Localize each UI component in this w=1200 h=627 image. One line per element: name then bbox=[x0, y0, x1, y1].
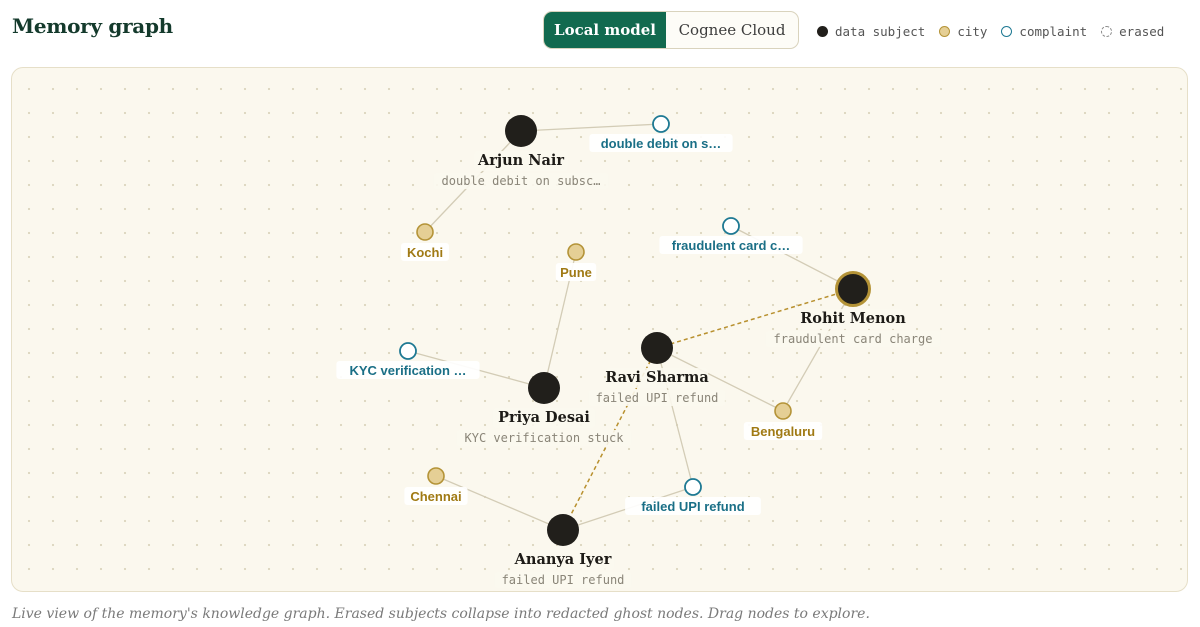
graph-node-bengaluru[interactable]: Bengaluru bbox=[743, 402, 823, 440]
node-label: KYC verification … bbox=[349, 363, 466, 378]
graph-node-c_upi[interactable]: failed UPI refund bbox=[625, 478, 761, 515]
graph-node-arjun[interactable]: Arjun Nair double debit on subsc… bbox=[433, 115, 609, 189]
node-label: Priya Desai bbox=[498, 409, 590, 426]
graph-node-ravi[interactable]: Ravi Sharma failed UPI refund bbox=[588, 332, 726, 406]
node-label: Ananya Iyer bbox=[514, 551, 612, 568]
graph-node-c_double[interactable]: double debit on s… bbox=[589, 115, 733, 152]
node-sublabel: failed UPI refund bbox=[596, 391, 719, 405]
legend-item-city: city bbox=[939, 24, 987, 39]
complaint-ring-icon bbox=[1001, 25, 1013, 37]
data-subject-node-icon bbox=[641, 332, 673, 364]
legend: data subject city complaint erased bbox=[817, 23, 1164, 39]
graph-node-c_kyc[interactable]: KYC verification … bbox=[336, 342, 480, 379]
legend-label: erased bbox=[1119, 23, 1165, 39]
graph-node-kochi[interactable]: Kochi bbox=[401, 223, 449, 261]
page-title: Memory graph bbox=[12, 14, 173, 38]
graph-edge bbox=[730, 225, 854, 290]
node-sublabel: KYC verification stuck bbox=[465, 431, 625, 445]
local-model-button[interactable]: Local model bbox=[544, 12, 666, 48]
graph-node-pune[interactable]: Pune bbox=[555, 243, 597, 281]
graph-edge bbox=[520, 123, 662, 132]
data-subject-node-icon bbox=[835, 271, 871, 307]
node-label: Rohit Menon bbox=[800, 310, 906, 327]
graph-node-rohit[interactable]: Rohit Menon fraudulent card charge bbox=[765, 271, 941, 348]
node-label: fraudulent card c… bbox=[672, 238, 790, 253]
city-node-icon bbox=[567, 243, 585, 261]
node-label: failed UPI refund bbox=[641, 499, 744, 514]
data-subject-node-icon bbox=[505, 115, 537, 147]
graph-panel[interactable]: Arjun Nair double debit on subsc… Rohit Me… bbox=[11, 67, 1188, 592]
knowledge-graph-canvas[interactable]: Arjun Nair double debit on subsc… Rohit Me… bbox=[12, 68, 1189, 593]
city-dot-icon bbox=[939, 25, 951, 37]
legend-item-complaint: complaint bbox=[1001, 24, 1087, 39]
complaint-node-icon bbox=[684, 478, 702, 496]
city-node-icon bbox=[427, 467, 445, 485]
graph-node-c_fraud[interactable]: fraudulent card c… bbox=[659, 217, 803, 254]
node-label: Bengaluru bbox=[751, 424, 815, 439]
complaint-node-icon bbox=[652, 115, 670, 133]
graph-caption: Live view of the memory's knowledge grap… bbox=[12, 606, 870, 622]
node-sublabel: failed UPI refund bbox=[502, 573, 625, 587]
node-label: double debit on s… bbox=[601, 136, 722, 151]
city-node-icon bbox=[774, 402, 792, 420]
data-subject-node-icon bbox=[528, 372, 560, 404]
data-subject-dot-icon bbox=[817, 25, 828, 37]
node-sublabel: fraudulent card charge bbox=[774, 332, 933, 346]
data-subject-node-icon bbox=[547, 514, 579, 546]
node-label: Chennai bbox=[410, 489, 461, 504]
cognee-cloud-button[interactable]: Cognee Cloud bbox=[666, 12, 798, 48]
node-sublabel: double debit on subsc… bbox=[442, 174, 601, 188]
legend-label: complaint bbox=[1019, 23, 1088, 39]
complaint-node-icon bbox=[399, 342, 417, 360]
city-node-icon bbox=[416, 223, 434, 241]
legend-item-data-subject: data subject bbox=[817, 24, 925, 39]
node-label: Ravi Sharma bbox=[605, 369, 709, 386]
legend-label: city bbox=[957, 23, 988, 39]
legend-item-erased: erased bbox=[1101, 24, 1164, 39]
complaint-node-icon bbox=[722, 217, 740, 235]
erased-dashed-ring-icon bbox=[1101, 25, 1113, 37]
node-label: Arjun Nair bbox=[477, 152, 564, 169]
model-toggle: Local model Cognee Cloud bbox=[543, 11, 799, 49]
node-label: Kochi bbox=[407, 245, 443, 260]
legend-label: data subject bbox=[835, 23, 926, 39]
node-label: Pune bbox=[560, 265, 592, 280]
graph-node-ananya[interactable]: Ananya Iyer failed UPI refund bbox=[494, 514, 632, 588]
graph-node-chennai[interactable]: Chennai bbox=[404, 467, 468, 505]
